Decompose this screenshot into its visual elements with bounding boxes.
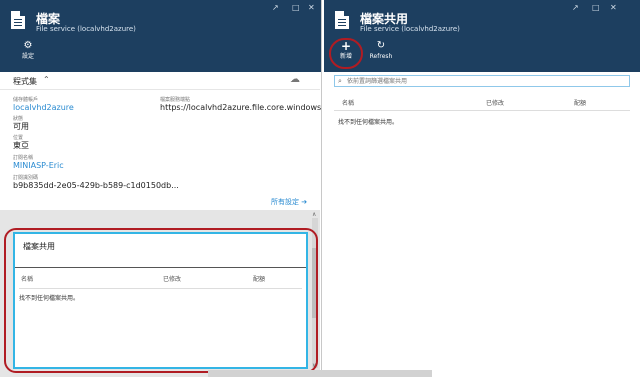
refresh-icon: ↻ bbox=[376, 40, 386, 51]
maximize-icon[interactable]: □ bbox=[592, 3, 600, 13]
essentials-title: 程式集 bbox=[13, 77, 37, 86]
blade-subtitle: File service (localvhd2azure) bbox=[36, 25, 136, 33]
storage-account-link[interactable]: localvhd2azure bbox=[13, 103, 74, 113]
column-header-quota: 配額 bbox=[574, 100, 587, 107]
file-service-blade: 檔案 File service (localvhd2azure) ↗ □ ✕ ⚙… bbox=[0, 0, 322, 377]
highlight-annotation bbox=[329, 38, 363, 69]
status-value: 可用 bbox=[13, 122, 29, 131]
search-icon: ⌕ bbox=[338, 77, 342, 85]
maximize-icon[interactable]: □ bbox=[292, 3, 300, 13]
gear-icon: ⚙ bbox=[23, 40, 33, 51]
empty-message: 找不到任何檔案共用。 bbox=[338, 119, 399, 126]
pin-icon[interactable]: ↗ bbox=[272, 3, 279, 13]
filter-input[interactable] bbox=[347, 77, 627, 86]
refresh-button[interactable]: ↻ Refresh bbox=[366, 40, 396, 61]
blade-header: 檔案 File service (localvhd2azure) ↗ □ ✕ ⚙… bbox=[0, 0, 321, 72]
settings-button[interactable]: ⚙ 設定 bbox=[13, 40, 43, 61]
close-icon[interactable]: ✕ bbox=[610, 3, 617, 13]
essentials-header[interactable]: 程式集 ⌃ ☁ bbox=[0, 72, 320, 90]
file-icon bbox=[11, 11, 25, 29]
column-header-modified: 已修改 bbox=[486, 100, 505, 107]
column-header-name: 名稱 bbox=[342, 100, 355, 107]
settings-label: 設定 bbox=[21, 53, 34, 60]
refresh-label: Refresh bbox=[369, 53, 393, 60]
location-value: 東亞 bbox=[13, 141, 29, 150]
blade-header: 檔案共用 File service (localvhd2azure) ↗ □ ✕… bbox=[324, 0, 640, 72]
scroll-up-icon[interactable]: ∧ bbox=[312, 211, 316, 218]
file-endpoint-value: https://localvhd2azure.file.core.windows… bbox=[160, 103, 322, 112]
file-shares-blade: 檔案共用 File service (localvhd2azure) ↗ □ ✕… bbox=[324, 0, 640, 377]
all-settings-link[interactable]: 所有設定 ➔ bbox=[271, 197, 307, 207]
filter-search-box[interactable]: ⌕ bbox=[334, 75, 630, 87]
pin-icon[interactable]: ↗ bbox=[572, 3, 579, 13]
subscription-name-link[interactable]: MINIASP-Eric bbox=[13, 161, 64, 171]
blade-subtitle: File service (localvhd2azure) bbox=[360, 25, 460, 33]
divider bbox=[334, 110, 630, 111]
chevron-up-icon[interactable]: ⌃ bbox=[43, 75, 50, 84]
file-icon bbox=[335, 11, 349, 29]
horizontal-scrollbar[interactable] bbox=[208, 370, 432, 377]
highlight-annotation bbox=[4, 228, 318, 373]
cloud-icon[interactable]: ☁ bbox=[290, 74, 300, 85]
subscription-id-value: b9b835dd-2e05-429b-b589-c1d0150db... bbox=[13, 181, 179, 190]
close-icon[interactable]: ✕ bbox=[308, 3, 315, 13]
